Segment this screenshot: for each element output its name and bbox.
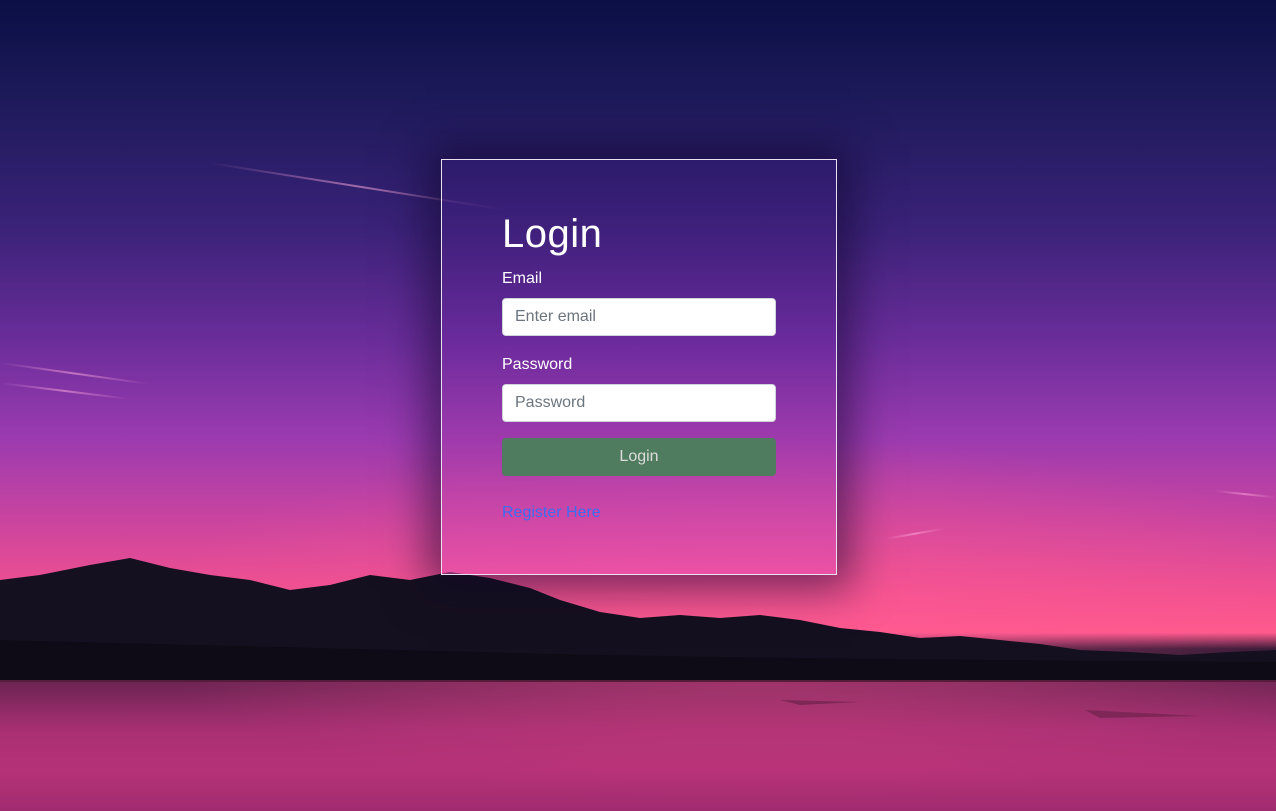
password-field[interactable] (502, 384, 776, 422)
background-scene: Login Email Password Login Register Here (0, 0, 1276, 811)
register-link[interactable]: Register Here (502, 504, 601, 522)
lake-reflection (0, 680, 1276, 811)
password-label: Password (502, 356, 573, 373)
email-label: Email (502, 270, 543, 287)
login-button[interactable]: Login (502, 438, 776, 476)
page-title: Login (502, 212, 603, 256)
email-field[interactable] (502, 298, 776, 336)
login-card: Login Email Password Login Register Here (441, 159, 837, 575)
